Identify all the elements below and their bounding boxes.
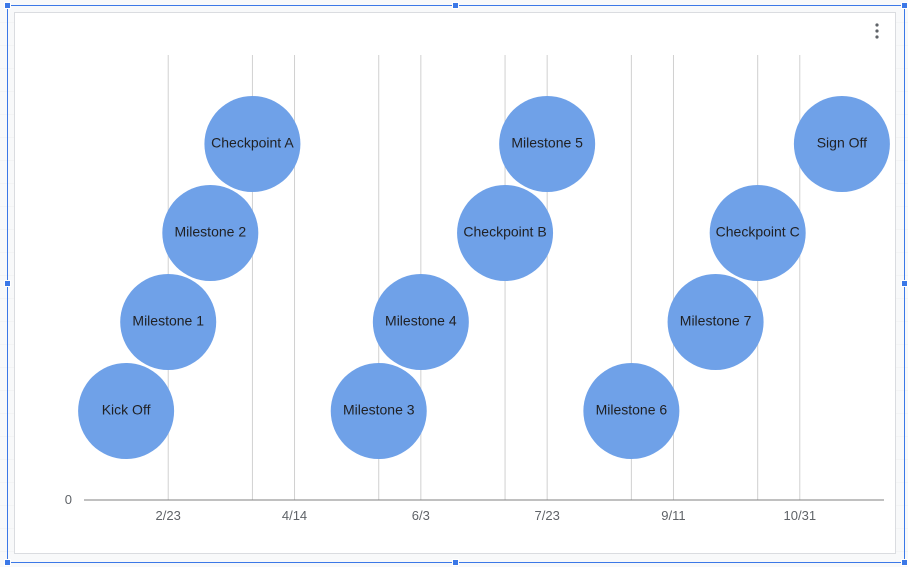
bubble-label: Checkpoint B <box>463 224 546 240</box>
bubble-label: Sign Off <box>817 135 867 151</box>
y-baseline-label: 0 <box>65 492 72 507</box>
resize-handle-bottom-left[interactable] <box>4 559 11 566</box>
bubble-label: Checkpoint A <box>211 135 294 151</box>
resize-handle-right[interactable] <box>901 280 908 287</box>
resize-handle-bottom[interactable] <box>452 559 459 566</box>
resize-handle-top[interactable] <box>452 2 459 9</box>
bubble-label: Milestone 6 <box>596 402 668 418</box>
bubble-label: Milestone 2 <box>175 224 247 240</box>
bubble-label: Checkpoint C <box>716 224 800 240</box>
bubble-label: Milestone 7 <box>680 313 752 329</box>
bubble-label: Milestone 5 <box>511 135 583 151</box>
x-tick-label: 2/23 <box>156 508 181 523</box>
x-tick-label: 4/14 <box>282 508 307 523</box>
resize-handle-top-right[interactable] <box>901 2 908 9</box>
chart-card[interactable]: 2/23 4/14 6/3 7/23 9/11 10/31 0 Kick Off Milesto… <box>14 12 896 554</box>
bubble-timeline-chart: 2/23 4/14 6/3 7/23 9/11 10/31 0 Kick Off Milesto… <box>15 13 897 555</box>
bubble-label: Kick Off <box>102 402 151 418</box>
resize-handle-top-left[interactable] <box>4 2 11 9</box>
x-tick-label: 6/3 <box>412 508 430 523</box>
x-tick-label: 9/11 <box>661 508 685 523</box>
bubble-label: Milestone 1 <box>132 313 204 329</box>
kebab-icon <box>870 22 884 40</box>
x-tick-label: 10/31 <box>784 508 817 523</box>
resize-handle-left[interactable] <box>4 280 11 287</box>
chart-overflow-menu-button[interactable] <box>867 19 887 43</box>
bubble-label: Milestone 4 <box>385 313 457 329</box>
x-tick-label: 7/23 <box>535 508 560 523</box>
resize-handle-bottom-right[interactable] <box>901 559 908 566</box>
bubble-label: Milestone 3 <box>343 402 415 418</box>
